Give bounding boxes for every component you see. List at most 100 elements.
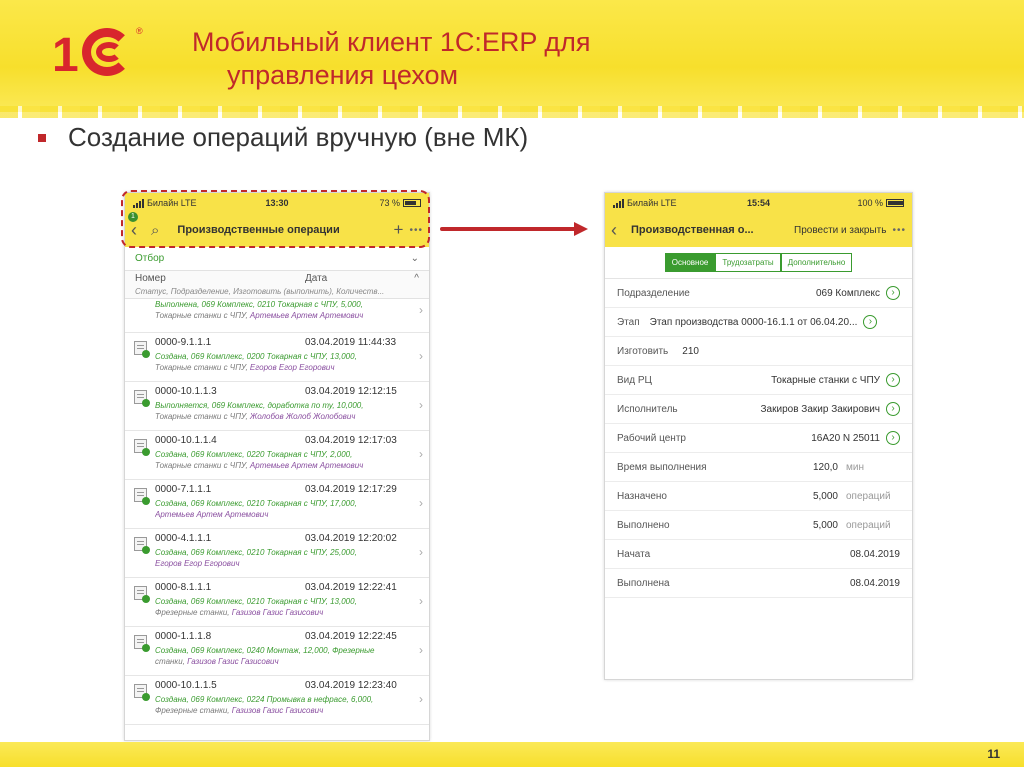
column-number[interactable]: Номер	[135, 273, 305, 287]
document-icon	[134, 635, 150, 652]
back-chevron-icon[interactable]: ‹	[611, 220, 625, 241]
operation-number: 0000-7.1.1.1	[155, 484, 212, 495]
column-date[interactable]: Дата	[305, 273, 327, 287]
field-label: Выполнена	[617, 577, 670, 589]
operation-date: 03.04.2019 12:22:45	[305, 631, 397, 642]
form-field[interactable]: Выполнена 08.04.2019	[605, 569, 912, 598]
chevron-circle-icon[interactable]: ›	[886, 402, 900, 416]
document-icon	[134, 586, 150, 603]
form-field[interactable]: Подразделение 069 Комплекс ›	[605, 279, 912, 308]
list-item[interactable]: Выполнена, 069 Комплекс, 0210 Токарная с…	[125, 299, 429, 333]
carrier-label: Билайн	[627, 198, 659, 208]
bullet-item: Создание операций вручную (вне МК)	[38, 122, 528, 153]
operation-executor: Жолобов Жолоб Жолобович	[249, 412, 356, 421]
field-value: Этап производства 0000-16.1.1 от 06.04.2…	[649, 316, 858, 328]
chevron-right-icon: ›	[419, 594, 423, 608]
operation-number: 0000-10.1.1.3	[155, 386, 217, 397]
field-value: Токарные станки с ЧПУ	[771, 374, 880, 386]
tab-labor[interactable]: Трудозатраты	[715, 253, 781, 272]
operation-date: 03.04.2019 12:12:15	[305, 386, 397, 397]
list-item[interactable]: 0000-10.1.1.4 03.04.2019 12:17:03 Создана,…	[125, 431, 429, 480]
form-field[interactable]: Выполнено 5,000 операций	[605, 511, 912, 540]
page-number: 11	[987, 747, 1000, 761]
tab-bar: Основное Трудозатраты Дополнительно	[605, 247, 912, 279]
list-item[interactable]: 0000-10.1.1.3 03.04.2019 12:12:15 Выполняе…	[125, 382, 429, 431]
form-field[interactable]: Исполнитель Закиров Закир Закирович ›	[605, 395, 912, 424]
field-label: Этап	[617, 316, 640, 328]
list-item[interactable]: 0000-4.1.1.1 03.04.2019 12:20:02 Создана, …	[125, 529, 429, 578]
filter-row[interactable]: Отбор ⌄	[125, 247, 429, 271]
field-label: Начата	[617, 548, 651, 560]
operation-details: Создана, 069 Комплекс, 0200 Токарная с Ч…	[155, 352, 357, 361]
operation-number: 0000-10.1.1.5	[155, 680, 217, 691]
chevron-right-icon: ›	[419, 496, 423, 510]
operation-date: 03.04.2019 12:20:02	[305, 533, 397, 544]
form-field[interactable]: Рабочий центр 16А20 N 25011 ›	[605, 424, 912, 453]
form-field[interactable]: Назначено 5,000 операций	[605, 482, 912, 511]
highlight-frame	[121, 190, 430, 248]
operation-executor: Газизов Газис Газисович	[231, 706, 324, 715]
form-field[interactable]: Вид РЦ Токарные станки с ЧПУ ›	[605, 366, 912, 395]
field-label: Подразделение	[617, 287, 690, 299]
field-value: 08.04.2019	[849, 577, 900, 589]
clock-label: 15:54	[746, 198, 771, 208]
operation-number: 0000-4.1.1.1	[155, 533, 212, 544]
status-bar: Билайн LTE 15:54 100 %	[605, 193, 912, 213]
logo-one: 1	[52, 29, 79, 82]
more-icon[interactable]: •••	[892, 225, 906, 236]
arrow-right-icon	[440, 222, 588, 236]
chevron-down-icon: ⌄	[410, 253, 419, 264]
form-field[interactable]: Начата 08.04.2019	[605, 540, 912, 569]
operation-date: 03.04.2019 12:23:40	[305, 680, 397, 691]
list-item[interactable]: 0000-10.1.1.5 03.04.2019 12:23:40 Создана,…	[125, 676, 429, 725]
field-value: 16А20 N 25011	[811, 432, 880, 444]
field-unit: операций	[846, 490, 891, 502]
operation-date: 03.04.2019 12:17:03	[305, 435, 397, 446]
operation-details: Создана, 069 Комплекс, 0210 Токарная с Ч…	[155, 548, 357, 557]
list-item[interactable]: 0000-7.1.1.1 03.04.2019 12:17:29 Создана, …	[125, 480, 429, 529]
operation-executor: Газизов Газис Газисович	[187, 657, 279, 666]
operation-number: 0000-1.1.1.8	[155, 631, 212, 642]
document-icon	[134, 488, 150, 505]
form-field[interactable]: Этап Этап производства 0000-16.1.1 от 06.…	[605, 308, 912, 337]
slide-title: Мобильный клиент 1С:ERP для управления ц…	[192, 26, 591, 92]
phone-list-screen: Билайн LTE 13:30 73 % 1 ‹ ⌕ Производстве…	[124, 192, 430, 741]
operation-workcenter: Фрезерные станки,	[155, 706, 232, 715]
chevron-right-icon: ›	[419, 545, 423, 559]
field-value: Закиров Закир Закирович	[760, 403, 880, 415]
tab-main[interactable]: Основное	[664, 253, 716, 272]
bullet-marker-icon	[38, 133, 46, 142]
post-and-close-button[interactable]: Провести и закрыть	[794, 225, 886, 236]
operation-number: 0000-9.1.1.1	[155, 337, 212, 348]
header-banner: 1 ® Мобильный клиент 1С:ERP для управлен…	[0, 0, 1024, 118]
battery-label: 100 %	[857, 198, 883, 208]
operation-details: Создана, 069 Комплекс, 0210 Токарная с Ч…	[155, 597, 357, 606]
chevron-circle-icon[interactable]: ›	[886, 286, 900, 300]
chevron-right-icon: ›	[419, 303, 423, 317]
field-label: Исполнитель	[617, 403, 678, 415]
chevron-circle-icon[interactable]: ›	[886, 373, 900, 387]
list-item[interactable]: 0000-9.1.1.1 03.04.2019 11:44:33 Создана, …	[125, 333, 429, 382]
document-icon	[134, 684, 150, 701]
list-item[interactable]: 0000-1.1.1.8 03.04.2019 12:22:45 Создана, …	[125, 627, 429, 676]
document-icon	[134, 341, 150, 358]
footer-strip: 11	[0, 742, 1024, 767]
sort-up-icon[interactable]: ^	[414, 273, 419, 287]
nav-title: Производственная о...	[631, 224, 754, 236]
network-label: LTE	[660, 198, 677, 208]
chevron-circle-icon[interactable]: ›	[886, 431, 900, 445]
document-icon	[134, 439, 150, 456]
slide-title-line1: Мобильный клиент 1С:ERP для	[192, 27, 591, 57]
field-label: Назначено	[617, 490, 667, 502]
chevron-circle-icon[interactable]: ›	[863, 315, 878, 329]
form-field[interactable]: Время выполнения 120,0 мин	[605, 453, 912, 482]
tab-additional[interactable]: Дополнительно	[780, 253, 853, 272]
signal-icon	[613, 198, 624, 208]
field-value: 069 Комплекс	[815, 287, 880, 299]
field-value: 08.04.2019	[849, 548, 900, 560]
field-value: 5,000	[812, 519, 838, 531]
form-field[interactable]: Изготовить 210	[605, 337, 912, 366]
operation-workcenter: Токарные станки с ЧПУ,	[155, 412, 250, 421]
operation-details: Выполняется, 069 Комплекс, доработка по …	[155, 401, 364, 410]
list-item[interactable]: 0000-8.1.1.1 03.04.2019 12:22:41 Создана, …	[125, 578, 429, 627]
